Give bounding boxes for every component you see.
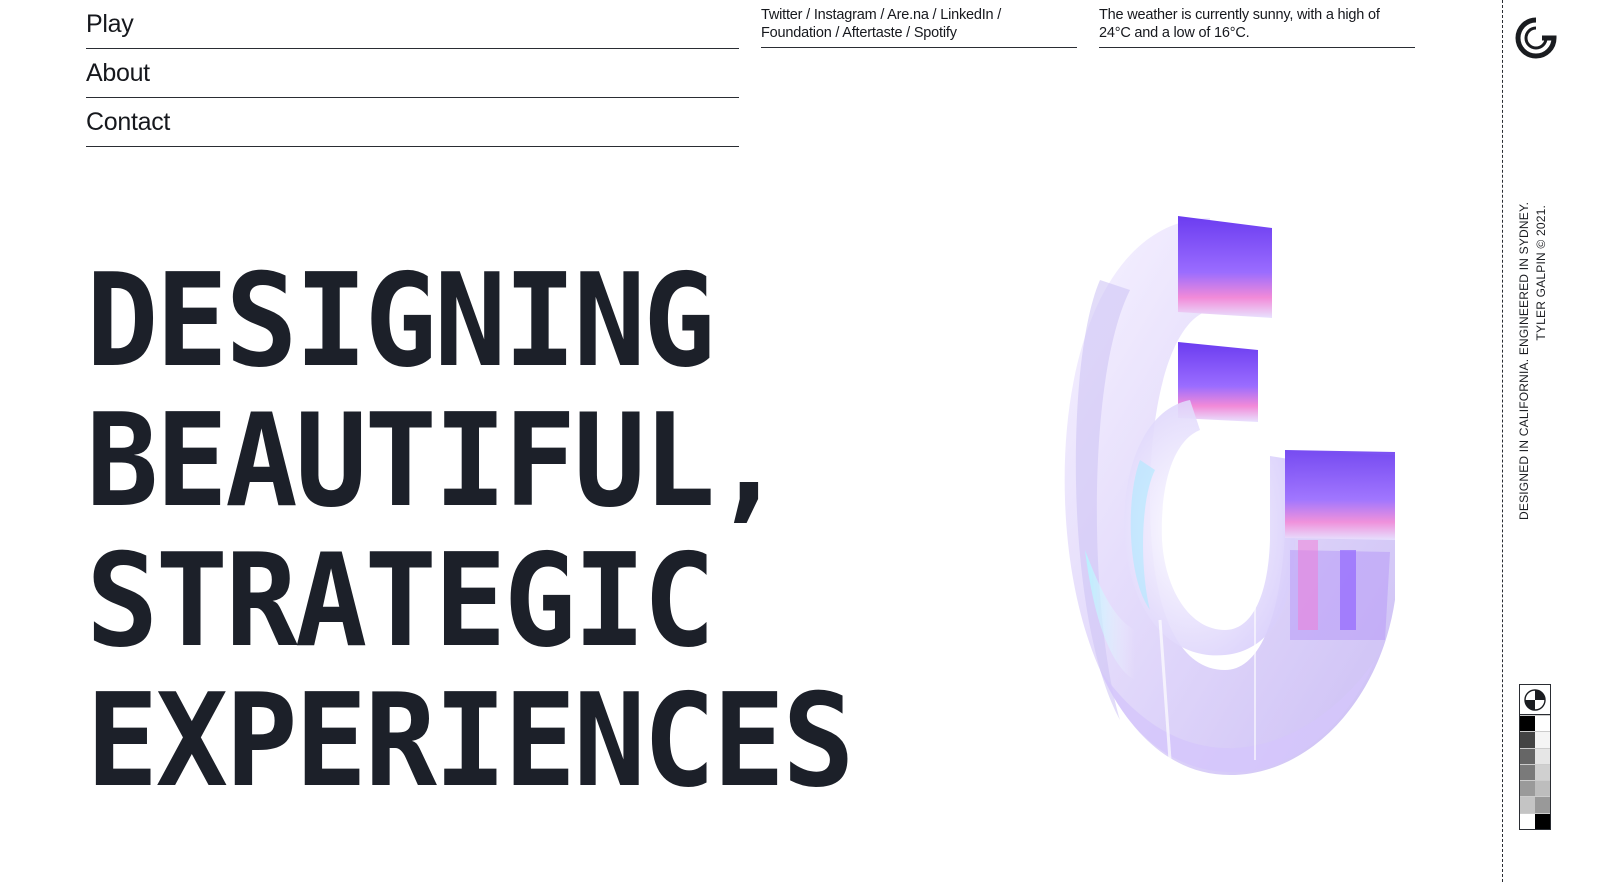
gray-swatch xyxy=(1520,731,1535,748)
glass-g-artwork xyxy=(1064,216,1395,775)
side-divider xyxy=(1502,0,1503,882)
instagram-link[interactable]: Instagram xyxy=(814,7,877,23)
gray-swatch xyxy=(1535,715,1550,732)
headline-line: BEAUTIFUL, xyxy=(86,387,785,536)
gray-swatch xyxy=(1520,763,1535,781)
gray-swatch xyxy=(1535,812,1550,829)
credit-line-2: TYLER GALPIN © 2021. xyxy=(1534,205,1548,341)
gray-swatch xyxy=(1535,780,1550,797)
social-links: Twitter / Instagram / Are.na / LinkedIn … xyxy=(761,6,1077,48)
test-card-icon xyxy=(1519,684,1551,830)
gray-swatch xyxy=(1520,796,1535,813)
separator: / xyxy=(831,25,843,41)
aftertaste-link[interactable]: Aftertaste xyxy=(842,25,902,41)
nav-about-link[interactable]: About xyxy=(86,49,739,98)
gray-swatch xyxy=(1520,747,1535,764)
gray-swatch xyxy=(1520,715,1535,732)
hero-headline: DESIGNING BEAUTIFUL, STRATEGIC EXPERIENC… xyxy=(86,252,901,812)
registration-mark-icon xyxy=(1524,688,1546,711)
foundation-link[interactable]: Foundation xyxy=(761,25,832,41)
separator: / xyxy=(993,7,1002,23)
linkedin-link[interactable]: LinkedIn xyxy=(940,7,993,23)
twitter-link[interactable]: Twitter xyxy=(761,7,803,23)
gray-swatch xyxy=(1520,812,1535,829)
weather-info: The weather is currently sunny, with a h… xyxy=(1099,6,1415,48)
test-circle xyxy=(1520,685,1550,715)
gray-swatch xyxy=(1520,780,1535,797)
gray-swatch xyxy=(1535,796,1550,813)
separator: / xyxy=(876,7,888,23)
gray-swatch xyxy=(1535,731,1550,748)
headline-line: DESIGNING xyxy=(86,247,715,396)
vertical-credit: DESIGNED IN CALIFORNIA. ENGINEERED IN SY… xyxy=(1516,201,1556,520)
separator: / xyxy=(802,7,814,23)
credit-text: DESIGNED IN CALIFORNIA. ENGINEERED IN SY… xyxy=(1516,201,1550,520)
headline-line: STRATEGIC xyxy=(86,527,715,676)
nav-contact-link[interactable]: Contact xyxy=(86,98,739,147)
separator: / xyxy=(902,25,914,41)
page: Play About Contact Twitter / Instagram /… xyxy=(0,0,1600,882)
spotify-link[interactable]: Spotify xyxy=(914,25,957,41)
gray-swatch xyxy=(1535,747,1550,764)
credit-line-1: DESIGNED IN CALIFORNIA. ENGINEERED IN SY… xyxy=(1517,201,1531,520)
galpin-logo-icon[interactable] xyxy=(1512,14,1560,62)
headline-line: EXPERIENCES xyxy=(86,667,855,816)
gray-swatch xyxy=(1535,763,1550,781)
arena-link[interactable]: Are.na xyxy=(887,7,929,23)
nav-play-link[interactable]: Play xyxy=(86,0,739,49)
main-nav: Play About Contact xyxy=(86,0,739,147)
separator: / xyxy=(928,7,941,23)
